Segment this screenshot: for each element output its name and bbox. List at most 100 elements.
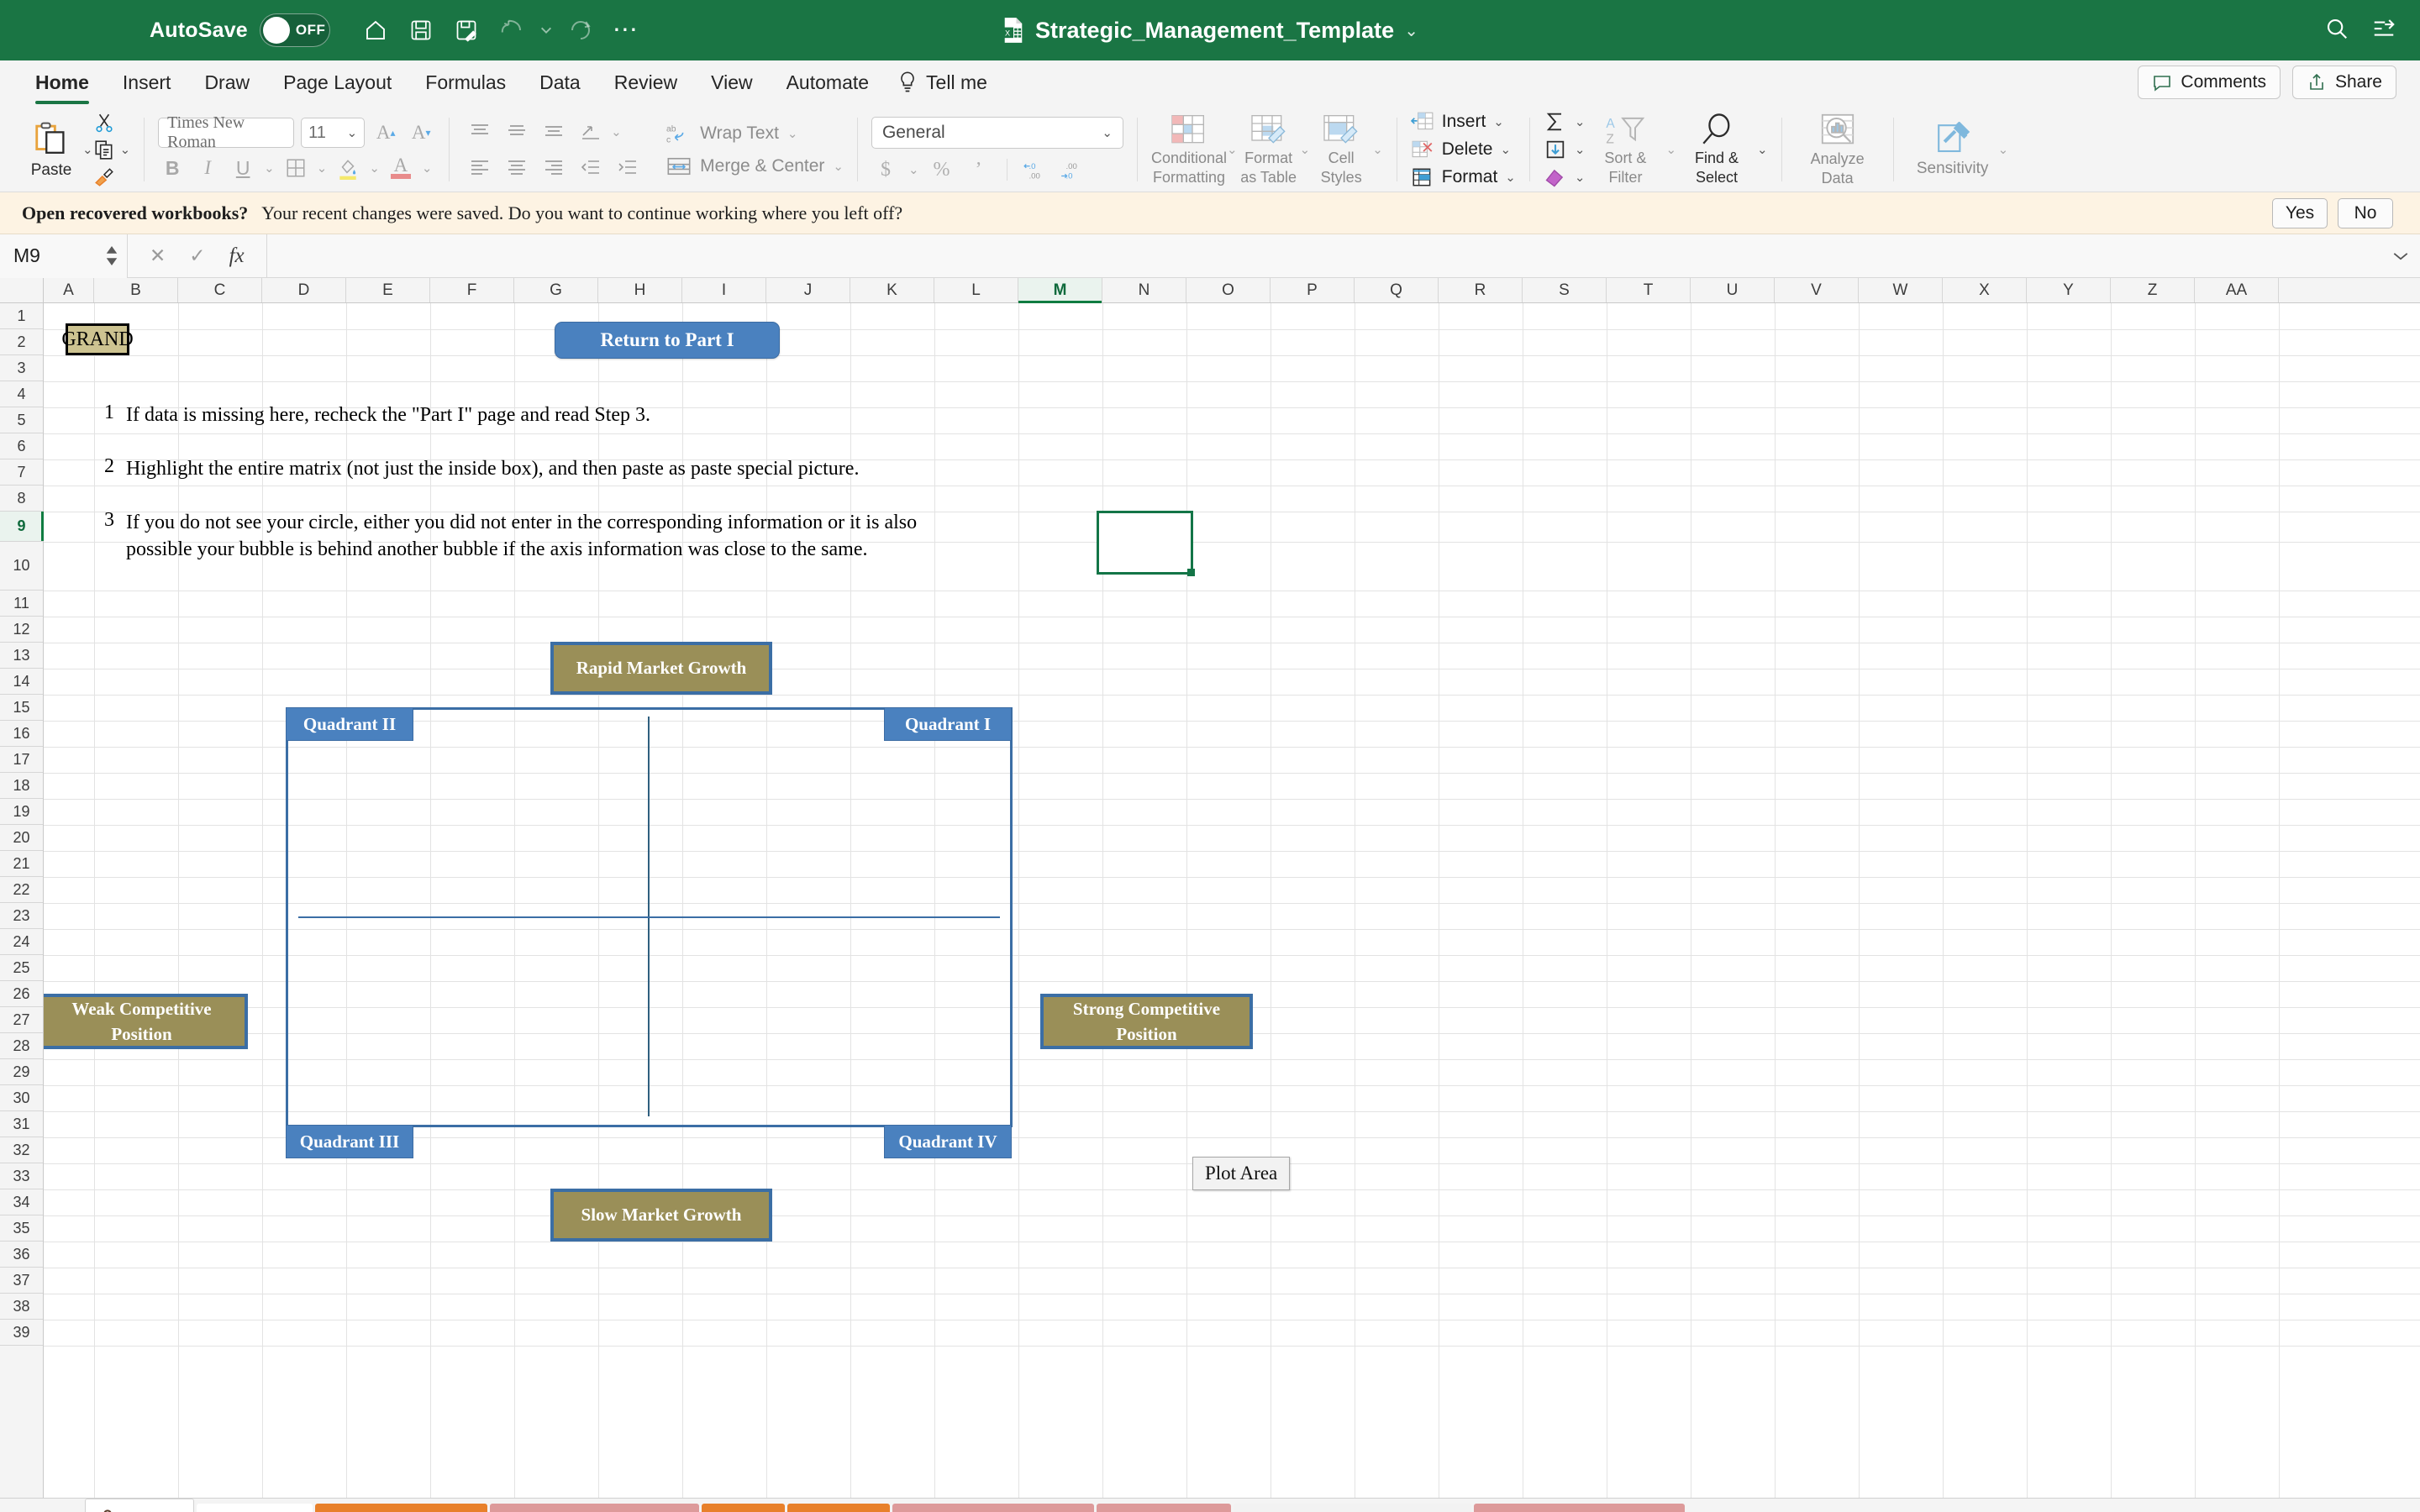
conditional-formatting-dropdown-icon[interactable]: ⌄ xyxy=(1227,144,1238,156)
font-color-button[interactable]: A xyxy=(387,155,415,181)
comments-button[interactable]: Comments xyxy=(2138,66,2281,99)
sheet-tab-retained-earnings-table[interactable]: Retained Earnings Table xyxy=(1234,1504,1471,1512)
column-header-x[interactable]: X xyxy=(1943,278,2027,302)
autosum-dropdown-icon[interactable]: ⌄ xyxy=(1575,116,1586,129)
align-middle-button[interactable] xyxy=(500,119,534,144)
bold-button[interactable]: B xyxy=(158,155,187,181)
sensitivity-dropdown-icon[interactable]: ⌄ xyxy=(1998,144,2009,156)
column-header-q[interactable]: Q xyxy=(1355,278,1439,302)
tab-page-layout[interactable]: Page Layout xyxy=(266,60,408,104)
row-header-12[interactable]: 12 xyxy=(0,617,43,643)
home-icon[interactable] xyxy=(355,10,396,50)
row-header-27[interactable]: 27 xyxy=(0,1007,43,1033)
underline-dropdown-icon[interactable]: ⌄ xyxy=(264,162,275,175)
row-header-5[interactable]: 5 xyxy=(0,407,43,433)
ribbon-display-icon[interactable] xyxy=(2371,16,2396,45)
column-header-m[interactable]: M xyxy=(1018,278,1102,302)
cut-button[interactable] xyxy=(93,110,131,135)
column-header-n[interactable]: N xyxy=(1102,278,1186,302)
row-header-18[interactable]: 18 xyxy=(0,773,43,799)
column-header-t[interactable]: T xyxy=(1607,278,1691,302)
conditional-formatting-button[interactable]: Conditional Formatting xyxy=(1151,109,1227,190)
column-header-g[interactable]: G xyxy=(514,278,598,302)
tab-view[interactable]: View xyxy=(694,60,769,104)
row-header-8[interactable]: 8 xyxy=(0,486,43,512)
select-all-corner[interactable] xyxy=(0,278,44,302)
find-select-button[interactable]: Find & Select xyxy=(1676,109,1757,190)
italic-button[interactable]: I xyxy=(193,155,222,181)
tab-formulas[interactable]: Formulas xyxy=(408,60,523,104)
row-header-19[interactable]: 19 xyxy=(0,799,43,825)
number-format-dropdown-icon[interactable]: ⌄ xyxy=(1102,127,1113,139)
font-name-input[interactable]: Times New Roman xyxy=(158,118,294,148)
autosave-toggle[interactable]: OFF xyxy=(260,13,330,47)
row-header-31[interactable]: 31 xyxy=(0,1111,43,1137)
sheet-canvas[interactable]: GRAND Return to Part I 1 If data is miss… xyxy=(44,303,2420,1498)
yes-button[interactable]: Yes xyxy=(2272,198,2328,228)
format-painter-button[interactable] xyxy=(93,164,131,189)
copy-dropdown-icon[interactable]: ⌄ xyxy=(120,144,131,156)
undo-dropdown-icon[interactable] xyxy=(537,10,555,50)
clear-button[interactable]: ⌄ xyxy=(1544,165,1586,190)
number-format-select[interactable]: General ⌄ xyxy=(871,117,1123,149)
copy-button[interactable]: ⌄ xyxy=(93,137,131,162)
wrap-text-dropdown-icon[interactable]: ⌄ xyxy=(787,128,798,140)
column-header-s[interactable]: S xyxy=(1523,278,1607,302)
shrink-font-button[interactable]: A▾ xyxy=(407,119,435,146)
sheet-tab-projected-statements[interactable]: Projected Statements xyxy=(1474,1504,1685,1512)
fill-dropdown-icon[interactable]: ⌄ xyxy=(1575,144,1586,156)
underline-button[interactable]: U xyxy=(229,155,257,181)
align-center-button[interactable] xyxy=(500,155,534,180)
orientation-dropdown-icon[interactable]: ⌄ xyxy=(611,126,622,139)
row-header-4[interactable]: 4 xyxy=(0,381,43,407)
cell-styles-dropdown-icon[interactable]: ⌄ xyxy=(1372,144,1383,156)
row-header-7[interactable]: 7 xyxy=(0,459,43,486)
row-header-6[interactable]: 6 xyxy=(0,433,43,459)
sheet-tab-qspm[interactable]: QSPM xyxy=(787,1504,890,1512)
column-header-c[interactable]: C xyxy=(178,278,262,302)
no-button[interactable]: No xyxy=(2338,198,2393,228)
fill-button[interactable]: ⌄ xyxy=(1544,137,1586,162)
format-dropdown-icon[interactable]: ⌄ xyxy=(1505,171,1516,184)
check-icon[interactable]: ✓ xyxy=(189,244,205,267)
row-header-34[interactable]: 34 xyxy=(0,1189,43,1215)
save-as-icon[interactable] xyxy=(446,10,487,50)
row-header-15[interactable]: 15 xyxy=(0,695,43,721)
row-header-24[interactable]: 24 xyxy=(0,929,43,955)
insert-dropdown-icon[interactable]: ⌄ xyxy=(1493,116,1504,129)
redo-icon[interactable] xyxy=(560,10,601,50)
merge-center-button[interactable]: Merge & Center ⌄ xyxy=(666,155,844,177)
chevron-down-icon[interactable]: ⌄ xyxy=(1404,20,1418,41)
row-header-25[interactable]: 25 xyxy=(0,955,43,981)
column-header-v[interactable]: V xyxy=(1775,278,1859,302)
column-header-z[interactable]: Z xyxy=(2111,278,2195,302)
row-header-2[interactable]: 2 xyxy=(0,329,43,355)
name-box[interactable]: M9 xyxy=(0,234,128,278)
comma-button[interactable]: ’ xyxy=(965,157,993,182)
row-header-33[interactable]: 33 xyxy=(0,1163,43,1189)
font-size-input[interactable]: 11 ⌄ xyxy=(301,118,365,148)
wrap-text-button[interactable]: ab c Wrap Text ⌄ xyxy=(666,122,844,145)
format-as-table-dropdown-icon[interactable]: ⌄ xyxy=(1300,144,1311,156)
fill-handle[interactable] xyxy=(1187,569,1195,576)
column-header-l[interactable]: L xyxy=(934,278,1018,302)
tab-home[interactable]: Home xyxy=(18,60,106,104)
search-icon[interactable] xyxy=(2324,16,2349,45)
formula-input[interactable] xyxy=(267,234,2381,278)
paste-button[interactable]: Paste xyxy=(20,109,82,190)
selected-cell-m9[interactable] xyxy=(1097,511,1193,575)
row-header-30[interactable]: 30 xyxy=(0,1085,43,1111)
tab-draw[interactable]: Draw xyxy=(187,60,266,104)
column-header-p[interactable]: P xyxy=(1270,278,1355,302)
name-box-spinner[interactable] xyxy=(105,246,118,265)
column-header-a[interactable]: A xyxy=(44,278,94,302)
column-header-i[interactable]: I xyxy=(682,278,766,302)
borders-button[interactable] xyxy=(281,155,310,181)
clear-dropdown-icon[interactable]: ⌄ xyxy=(1575,171,1586,184)
increase-indent-button[interactable] xyxy=(611,155,644,180)
column-header-e[interactable]: E xyxy=(346,278,430,302)
decrease-indent-button[interactable] xyxy=(574,155,608,180)
column-header-d[interactable]: D xyxy=(262,278,346,302)
align-right-button[interactable] xyxy=(537,155,571,180)
sheet-tab-grand[interactable]: GRAND xyxy=(197,1504,313,1512)
